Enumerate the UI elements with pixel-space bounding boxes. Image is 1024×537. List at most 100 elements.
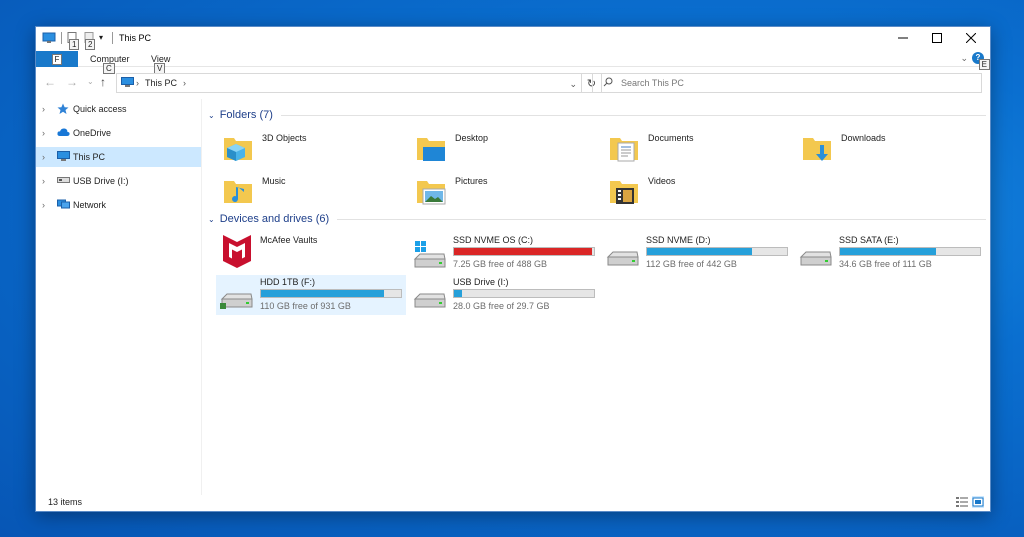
computer-icon [121,76,134,90]
drive-usage-bar [260,289,402,298]
sidebar-item-onedrive[interactable]: › OneDrive [36,123,201,143]
drive-usb-i[interactable]: USB Drive (I:) 28.0 GB free of 29.7 GB [409,275,599,315]
navigation-pane: › Quick access › OneDrive › This PC › US… [36,99,202,495]
folder-pictures[interactable]: Pictures [411,172,603,210]
drive-usage-bar [839,247,981,256]
status-bar: 13 items [36,493,990,511]
drive-usage-bar [646,247,788,256]
expand-chevron-icon[interactable]: › [42,128,54,138]
drive-free-space: 7.25 GB free of 488 GB [453,259,548,269]
collapse-chevron-icon[interactable]: ⌄ [208,215,215,224]
drive-ssd-nvme-d[interactable]: SSD NVME (D:) 112 GB free of 442 GB [602,233,792,273]
search-icon [603,77,613,89]
sidebar-item-label: USB Drive (I:) [73,176,129,186]
address-dropdown-chevron-icon[interactable]: ⌄ [569,79,577,90]
drive-free-space: 28.0 GB free of 29.7 GB [453,301,550,311]
folder-music[interactable]: Music [218,172,410,210]
sidebar-item-usb-drive[interactable]: › USB Drive (I:) [36,171,201,191]
sidebar-item-label: OneDrive [73,128,112,138]
sidebar-item-network[interactable]: › Network [36,195,201,215]
drive-name: HDD 1TB (F:) [260,277,315,287]
drive-usage-bar [453,289,595,298]
content-pane: ⌄ Folders (7) 3D Objects Desktop Documen… [204,101,990,495]
cloud-icon [57,127,70,139]
documents-folder-icon [608,132,640,164]
drive-mcafee-vaults[interactable]: McAfee Vaults [216,233,406,273]
expand-ribbon-chevron-icon[interactable]: ⌄ [960,53,968,64]
computer-icon[interactable] [42,32,56,46]
recent-locations-chevron-icon[interactable]: ⌄ [87,77,94,86]
folder-3d-objects[interactable]: 3D Objects [218,129,410,167]
tile-label: Desktop [455,133,489,143]
music-folder-icon [222,175,254,207]
expand-chevron-icon[interactable]: › [42,200,54,210]
address-bar[interactable]: › This PC › ⌄ [116,73,582,93]
network-icon [57,199,70,211]
downloads-folder-icon [801,132,833,164]
devices-group-title: Devices and drives (6) [219,213,330,225]
folder-videos[interactable]: Videos [604,172,796,210]
up-arrow-icon[interactable]: ↑ [100,75,106,89]
tile-label: Documents [648,133,694,143]
tile-label: Music [262,176,286,186]
sidebar-item-quick-access[interactable]: › Quick access [36,99,201,119]
collapse-chevron-icon[interactable]: ⌄ [208,111,215,120]
videos-folder-icon [608,175,640,207]
breadcrumb-this-pc[interactable]: This PC [145,78,177,88]
hard-drive-icon [220,283,254,311]
large-icons-view-icon[interactable] [972,496,984,508]
drive-name: SSD SATA (E:) [839,235,899,245]
drive-ssd-sata-e[interactable]: SSD SATA (E:) 34.6 GB free of 111 GB [795,233,985,273]
expand-chevron-icon[interactable]: › [42,176,54,186]
hard-drive-icon [606,241,640,269]
breadcrumb-chevron-icon[interactable]: › [136,78,139,88]
sidebar-item-label: This PC [73,152,106,162]
tile-label: 3D Objects [262,133,307,143]
drive-usage-bar [453,247,595,256]
expand-chevron-icon[interactable]: › [42,152,54,162]
title-bar[interactable]: 1 2 ▾ This PC [36,27,990,50]
usb-drive-icon [57,175,70,187]
customize-toolbar-chevron-icon[interactable]: ▾ [99,33,103,42]
drive-free-space: 110 GB free of 931 GB [260,301,351,311]
drive-free-space: 34.6 GB free of 111 GB [839,259,932,269]
close-button[interactable] [954,27,988,49]
pictures-folder-icon [415,175,447,207]
key-tip-help: E [978,59,990,70]
key-tip-file: F [51,53,63,65]
drive-name: SSD NVME OS (C:) [453,235,534,245]
3d-objects-folder-icon [222,132,254,164]
tile-label: Videos [648,176,676,186]
minimize-button[interactable] [886,27,920,49]
details-view-icon[interactable] [956,496,968,508]
desktop-folder-icon [415,132,447,164]
expand-chevron-icon[interactable]: › [42,104,54,114]
sidebar-item-this-pc[interactable]: › This PC [36,147,201,167]
drive-hdd-1tb-f[interactable]: HDD 1TB (F:) 110 GB free of 931 GB [216,275,406,315]
drive-free-space: 112 GB free of 442 GB [646,259,737,269]
search-input[interactable] [621,78,961,88]
mcafee-icon [220,233,254,269]
drive-name: USB Drive (I:) [453,277,509,287]
maximize-button[interactable] [920,27,954,49]
back-arrow-icon[interactable]: ← [44,75,56,89]
window-title: This PC [119,33,152,43]
devices-group-header[interactable]: ⌄ Devices and drives (6) [208,211,986,227]
computer-icon [57,151,70,163]
folders-group-header[interactable]: ⌄ Folders (7) [208,107,986,123]
sidebar-item-label: Quick access [73,104,127,114]
breadcrumb-chevron-icon[interactable]: › [183,78,186,88]
folder-downloads[interactable]: Downloads [797,129,989,167]
folder-documents[interactable]: Documents [604,129,796,167]
tile-label: Downloads [841,133,886,143]
file-tab[interactable]: F [36,51,78,67]
forward-arrow-icon[interactable]: → [66,75,78,89]
ribbon-tabs: F Computer C View V ⌄ ? E [36,49,990,74]
sidebar-item-label: Network [73,200,107,210]
search-box[interactable] [592,73,982,93]
usb-drive-icon [413,283,447,311]
item-count: 13 items [48,497,83,507]
drive-ssd-nvme-os-c[interactable]: SSD NVME OS (C:) 7.25 GB free of 488 GB [409,233,599,273]
drive-name: SSD NVME (D:) [646,235,711,245]
folder-desktop[interactable]: Desktop [411,129,603,167]
